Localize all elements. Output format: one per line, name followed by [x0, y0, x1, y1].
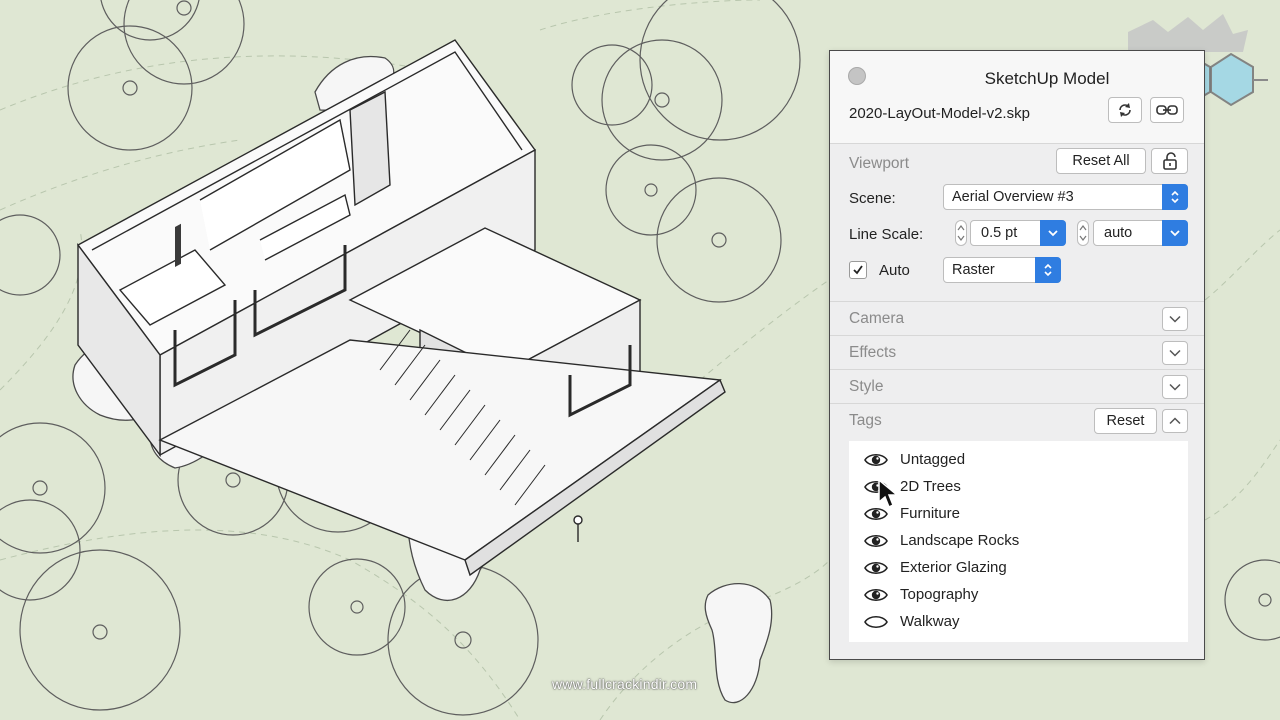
- chevron-down-icon: [1169, 315, 1181, 323]
- tag-row-furniture: Furniture: [849, 501, 1188, 528]
- watermark-text: www.fullcrackindir.com: [552, 676, 698, 692]
- chevron-down-icon: [1169, 383, 1181, 391]
- eye-visible-icon[interactable]: [863, 559, 889, 577]
- auto-label: Auto: [879, 262, 910, 279]
- line-scale-mode-select[interactable]: auto: [1093, 220, 1188, 246]
- refresh-model-button[interactable]: [1108, 97, 1142, 123]
- line-scale-value: 0.5 pt: [981, 225, 1018, 241]
- chevron-down-icon: [1040, 220, 1066, 246]
- tag-label: Untagged: [900, 451, 966, 468]
- refresh-icon: [1119, 103, 1131, 117]
- divider: [830, 301, 1204, 302]
- tag-row-2d-trees: 2D Trees: [849, 474, 1188, 501]
- tag-row-untagged: Untagged: [849, 447, 1188, 474]
- chevron-up-icon: [1169, 417, 1181, 425]
- tags-reset-button[interactable]: Reset: [1094, 408, 1157, 434]
- reset-all-button[interactable]: Reset All: [1056, 148, 1146, 174]
- chevron-down-icon: [1162, 220, 1188, 246]
- tag-row-exterior-glazing: Exterior Glazing: [849, 555, 1188, 582]
- stepper-arrows-icon: [957, 225, 965, 241]
- divider: [830, 403, 1204, 404]
- tag-label: Exterior Glazing: [900, 559, 1007, 576]
- eye-visible-icon[interactable]: [863, 532, 889, 550]
- checkmark-icon: [853, 265, 863, 275]
- line-scale-label: Line Scale:: [849, 226, 924, 243]
- tag-label: Furniture: [900, 505, 961, 522]
- panel-header: SketchUp Model 2020-LayOut-Model-v2.skp: [830, 51, 1204, 144]
- camera-section-label: Camera: [849, 310, 905, 327]
- link-icon: [1156, 105, 1178, 115]
- eye-hidden-icon[interactable]: [863, 613, 889, 631]
- tag-label: Walkway: [900, 613, 960, 630]
- tag-row-walkway: Walkway: [849, 609, 1188, 636]
- divider: [830, 369, 1204, 370]
- eye-visible-icon[interactable]: [863, 586, 889, 604]
- scene-select-value: Aerial Overview #3: [952, 189, 1074, 205]
- line-scale-select[interactable]: 0.5 pt: [970, 220, 1066, 246]
- mouse-pointer-icon: [878, 478, 899, 509]
- tag-label: 2D Trees: [900, 478, 961, 495]
- scene-select[interactable]: Aerial Overview #3: [943, 184, 1188, 210]
- effects-expand-button[interactable]: [1162, 341, 1188, 365]
- link-model-button[interactable]: [1150, 97, 1184, 123]
- panel-title: SketchUp Model: [984, 69, 1110, 88]
- line-scale-stepper[interactable]: [955, 220, 967, 246]
- chevron-down-icon: [1169, 349, 1181, 357]
- unlock-button[interactable]: [1151, 148, 1188, 174]
- tag-row-landscape-rocks: Landscape Rocks: [849, 528, 1188, 555]
- render-mode-select[interactable]: Raster: [943, 257, 1061, 283]
- tag-row-topography: Topography: [849, 582, 1188, 609]
- effects-section-label: Effects: [849, 344, 897, 361]
- tag-label: Topography: [900, 586, 979, 603]
- updown-chevron-icon: [1162, 184, 1188, 210]
- camera-expand-button[interactable]: [1162, 307, 1188, 331]
- stepper-arrows-icon: [1079, 225, 1087, 241]
- viewport-section-label: Viewport: [849, 155, 910, 172]
- model-file-name: 2020-LayOut-Model-v2.skp: [849, 105, 1030, 122]
- render-mode-value: Raster: [952, 262, 995, 278]
- tags-section-label: Tags: [849, 412, 882, 429]
- style-expand-button[interactable]: [1162, 375, 1188, 399]
- divider: [830, 335, 1204, 336]
- sketchup-model-panel: SketchUp Model 2020-LayOut-Model-v2.skp …: [829, 50, 1205, 660]
- eye-visible-icon[interactable]: [863, 451, 889, 469]
- line-scale-mode-stepper[interactable]: [1077, 220, 1089, 246]
- padlock-open-icon: [1162, 152, 1177, 170]
- tags-list: Untagged 2D Trees Furniture Landscape Ro…: [849, 441, 1188, 642]
- tag-label: Landscape Rocks: [900, 532, 1020, 549]
- tags-collapse-button[interactable]: [1162, 409, 1188, 433]
- updown-chevron-icon: [1035, 257, 1061, 283]
- auto-checkbox[interactable]: [849, 261, 867, 279]
- style-section-label: Style: [849, 378, 884, 395]
- line-scale-mode-value: auto: [1104, 225, 1133, 241]
- scene-label: Scene:: [849, 190, 896, 207]
